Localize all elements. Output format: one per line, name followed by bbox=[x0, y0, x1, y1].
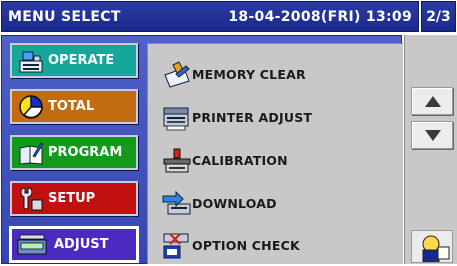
help-person-icon bbox=[418, 233, 450, 262]
category-label: ADJUST bbox=[54, 237, 109, 252]
category-program-button[interactable]: PROGRAM bbox=[10, 135, 138, 170]
menu-item-label: MEMORY CLEAR bbox=[192, 67, 306, 82]
download-icon bbox=[162, 190, 191, 215]
option-check-icon bbox=[163, 233, 189, 259]
menu-panel: MEMORY CLEAR PRINTER ADJUST CALIBRATION bbox=[147, 43, 403, 264]
title-panel: MENU SELECT 18-04-2008(FRI) 13:09 bbox=[1, 1, 419, 32]
menu-item-label: CALIBRATION bbox=[192, 153, 288, 168]
scroll-down-button[interactable] bbox=[411, 121, 453, 149]
book-pen-icon bbox=[19, 142, 44, 165]
category-setup-button[interactable]: SETUP bbox=[10, 181, 138, 216]
category-adjust-button[interactable]: ADJUST bbox=[10, 227, 138, 262]
category-total-button[interactable]: TOTAL bbox=[10, 89, 138, 124]
scroll-up-button[interactable] bbox=[411, 87, 453, 115]
category-label: OPERATE bbox=[48, 53, 115, 68]
printer-icon bbox=[163, 107, 189, 131]
title-bar: MENU SELECT 18-04-2008(FRI) 13:09 2/3 bbox=[0, 0, 457, 33]
menu-item-printer-adjust[interactable]: PRINTER ADJUST bbox=[162, 104, 402, 132]
scale-icon bbox=[17, 234, 47, 255]
category-operate-button[interactable]: OPERATE bbox=[10, 43, 138, 78]
page-title: MENU SELECT bbox=[8, 9, 121, 25]
calibration-weight-icon bbox=[163, 148, 191, 173]
category-list: OPERATE TOTAL PROGRAM SETUP ADJUST bbox=[10, 43, 140, 266]
memory-clear-icon bbox=[164, 61, 190, 88]
datetime-display: 18-04-2008(FRI) 13:09 bbox=[228, 9, 412, 25]
help-button[interactable] bbox=[411, 230, 453, 263]
wrench-icon bbox=[20, 187, 43, 211]
cash-register-icon bbox=[19, 51, 43, 73]
arrow-down-icon bbox=[425, 130, 441, 141]
category-label: TOTAL bbox=[48, 99, 95, 114]
category-label: PROGRAM bbox=[48, 145, 123, 160]
menu-item-label: PRINTER ADJUST bbox=[192, 110, 313, 125]
arrow-up-icon bbox=[425, 96, 441, 107]
page-indicator: 2/3 bbox=[421, 1, 456, 32]
main-area: OPERATE TOTAL PROGRAM SETUP ADJUST MEMOR… bbox=[1, 35, 403, 266]
side-controls bbox=[404, 35, 457, 264]
menu-item-download[interactable]: DOWNLOAD bbox=[162, 190, 402, 218]
menu-item-label: DOWNLOAD bbox=[192, 196, 277, 211]
menu-item-memory-clear[interactable]: MEMORY CLEAR bbox=[162, 61, 402, 89]
menu-item-option-check[interactable]: OPTION CHECK bbox=[162, 232, 402, 260]
category-label: SETUP bbox=[48, 191, 96, 206]
menu-item-label: OPTION CHECK bbox=[192, 238, 300, 253]
menu-item-calibration[interactable]: CALIBRATION bbox=[162, 147, 402, 175]
pie-chart-icon bbox=[19, 95, 43, 119]
